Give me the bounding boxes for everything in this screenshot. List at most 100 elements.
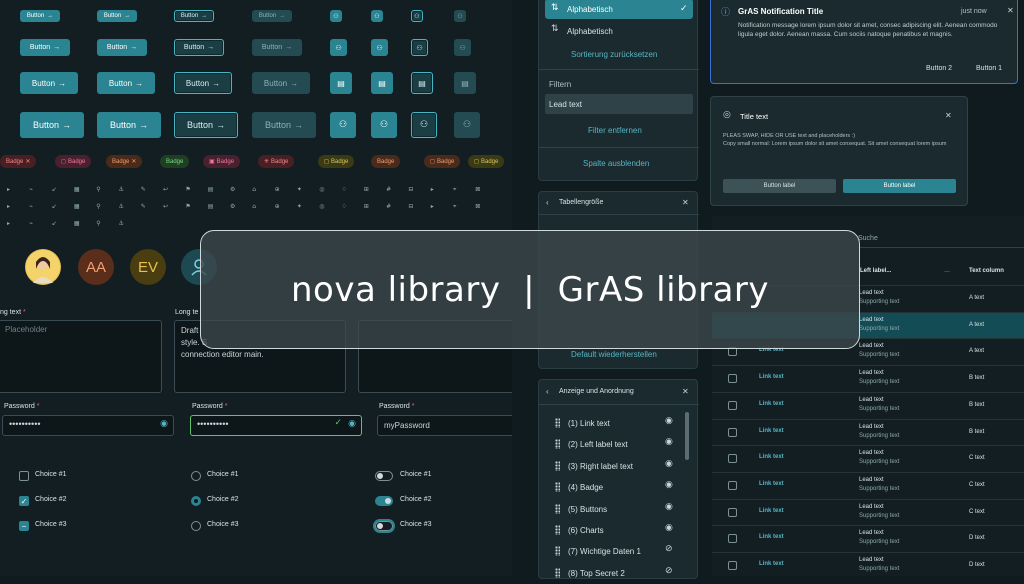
column-header[interactable]: Left label...: [860, 268, 891, 274]
display-item[interactable]: (8) Top Secret 2 ⊘: [539, 563, 689, 584]
toggle-3[interactable]: [375, 521, 393, 531]
checkbox-2[interactable]: ✓: [19, 496, 29, 506]
password-field-plain[interactable]: myPassword: [377, 415, 512, 436]
table-row[interactable]: Link text Lead text Supporting text D text: [712, 525, 1024, 552]
close-icon[interactable]: ✕: [131, 158, 136, 165]
eye-off-icon[interactable]: ⊘: [665, 544, 673, 554]
eye-icon[interactable]: ◉: [665, 437, 673, 447]
avatar-photo[interactable]: [25, 249, 61, 285]
row-link[interactable]: Link text: [759, 401, 784, 407]
users-icon-button[interactable]: ⚇: [411, 39, 428, 56]
drag-handle-icon[interactable]: [555, 525, 560, 535]
button-focused[interactable]: Button →: [174, 10, 214, 22]
button-disabled[interactable]: Button →: [252, 39, 302, 56]
button-disabled[interactable]: Button →: [252, 112, 316, 138]
close-icon[interactable]: ✕: [682, 198, 689, 207]
close-icon[interactable]: ✕: [1007, 6, 1014, 15]
row-checkbox[interactable]: [728, 374, 737, 384]
filter-input[interactable]: Lead text: [545, 94, 693, 114]
button-primary[interactable]: Button →: [20, 39, 70, 56]
radio-1[interactable]: [191, 471, 201, 481]
row-checkbox[interactable]: [728, 480, 737, 490]
radio-3[interactable]: [191, 521, 201, 531]
users-icon-button[interactable]: ⚇: [330, 39, 347, 56]
back-chevron-icon[interactable]: ‹: [546, 198, 549, 207]
button-disabled[interactable]: Button →: [252, 10, 292, 22]
notification-button-1[interactable]: Button 1: [976, 65, 1002, 72]
toggle-1[interactable]: [375, 471, 393, 481]
button-primary-alt[interactable]: Button →: [97, 39, 147, 56]
users-icon-button[interactable]: ⚇: [454, 10, 466, 22]
row-checkbox[interactable]: [728, 507, 737, 517]
row-checkbox[interactable]: [728, 534, 737, 544]
toggle-2[interactable]: [375, 496, 393, 506]
sort-option-selected[interactable]: ⇅ Alphabetisch ✓: [545, 0, 693, 19]
restore-default-link[interactable]: Default wiederherstellen: [571, 350, 657, 359]
table-row[interactable]: Link text Lead text Supporting text B text: [712, 391, 1024, 419]
display-item[interactable]: (6) Charts ◉: [539, 520, 689, 541]
hide-column-link[interactable]: Spalte ausblenden: [583, 159, 649, 168]
table-row[interactable]: Link text Lead text Supporting text B text: [712, 418, 1024, 446]
drag-handle-icon[interactable]: [555, 546, 560, 557]
column-menu-icon[interactable]: …: [944, 268, 950, 274]
password-field-masked[interactable]: •••••••••• ◉: [2, 415, 174, 436]
users-icon-button[interactable]: ⚇: [371, 10, 383, 22]
eye-icon[interactable]: ◉: [665, 523, 673, 533]
display-item[interactable]: (5) Buttons ◉: [539, 499, 689, 520]
row-link[interactable]: Link text: [759, 481, 784, 487]
button-focused[interactable]: Button →: [174, 72, 232, 94]
search-input[interactable]: Suche: [858, 232, 1024, 248]
drag-handle-icon[interactable]: [555, 567, 560, 578]
row-checkbox[interactable]: [728, 454, 737, 464]
eye-icon[interactable]: ◉: [665, 480, 673, 490]
button-primary[interactable]: Button →: [20, 112, 84, 138]
drag-handle-icon[interactable]: [555, 482, 560, 493]
display-item[interactable]: (2) Left label text ◉: [539, 434, 689, 455]
button-focused[interactable]: Button →: [174, 112, 238, 138]
eye-icon[interactable]: ◉: [665, 502, 673, 512]
users-icon-button[interactable]: ⚇: [371, 39, 388, 56]
drag-handle-icon[interactable]: [555, 503, 560, 514]
archive-icon-button[interactable]: ▤: [371, 72, 393, 94]
display-item[interactable]: (4) Badge ◉: [539, 477, 689, 498]
checkbox-1[interactable]: [19, 471, 29, 481]
eye-icon[interactable]: ◉: [160, 419, 168, 429]
users-icon-button[interactable]: ⚇: [411, 10, 423, 22]
radio-2[interactable]: [191, 496, 201, 506]
close-icon[interactable]: ✕: [682, 387, 689, 396]
button-primary[interactable]: Button →: [20, 10, 60, 22]
button-disabled[interactable]: Button →: [252, 72, 310, 94]
drag-handle-icon[interactable]: [555, 460, 560, 471]
table-row[interactable]: Link text Lead text Supporting text C text: [712, 445, 1024, 472]
users-icon-button[interactable]: ⚇: [411, 112, 437, 138]
button-focused[interactable]: Button →: [174, 39, 224, 56]
archive-icon-button[interactable]: ▤: [330, 72, 352, 94]
row-link[interactable]: Link text: [759, 454, 784, 460]
sort-option[interactable]: ⇅ Alphabetisch: [545, 21, 693, 41]
row-link[interactable]: Link text: [759, 428, 784, 434]
password-field-valid[interactable]: •••••••••• ✓ ◉: [190, 415, 362, 436]
display-item[interactable]: (7) Wichtige Daten 1 ⊘: [539, 541, 689, 562]
row-link[interactable]: Link text: [759, 534, 784, 540]
close-icon[interactable]: ✕: [945, 111, 952, 120]
table-row[interactable]: Link text Lead text Supporting text D text: [712, 552, 1024, 579]
row-link[interactable]: Link text: [759, 508, 784, 514]
primary-button[interactable]: Button label: [843, 179, 956, 193]
eye-icon[interactable]: ◉: [665, 459, 673, 469]
users-icon-button[interactable]: ⚇: [330, 112, 356, 138]
long-text-field-empty[interactable]: Placeholder: [0, 320, 162, 393]
notification-button-2[interactable]: Button 2: [926, 65, 952, 72]
row-link[interactable]: Link text: [759, 374, 784, 380]
button-primary[interactable]: Button →: [20, 72, 78, 94]
avatar-initials-ev[interactable]: EV: [130, 249, 166, 285]
back-chevron-icon[interactable]: ‹: [546, 387, 549, 396]
display-item[interactable]: (3) Right label text ◉: [539, 456, 689, 477]
archive-icon-button[interactable]: ▤: [454, 72, 476, 94]
eye-icon[interactable]: ◉: [348, 419, 356, 429]
reset-sorting-link[interactable]: Sortierung zurücksetzen: [571, 50, 657, 59]
avatar-initials-aa[interactable]: AA: [78, 249, 114, 285]
close-icon[interactable]: ✕: [25, 158, 30, 165]
row-link[interactable]: Link text: [759, 561, 784, 567]
secondary-button[interactable]: Button label: [723, 179, 836, 193]
row-checkbox[interactable]: [728, 561, 737, 570]
